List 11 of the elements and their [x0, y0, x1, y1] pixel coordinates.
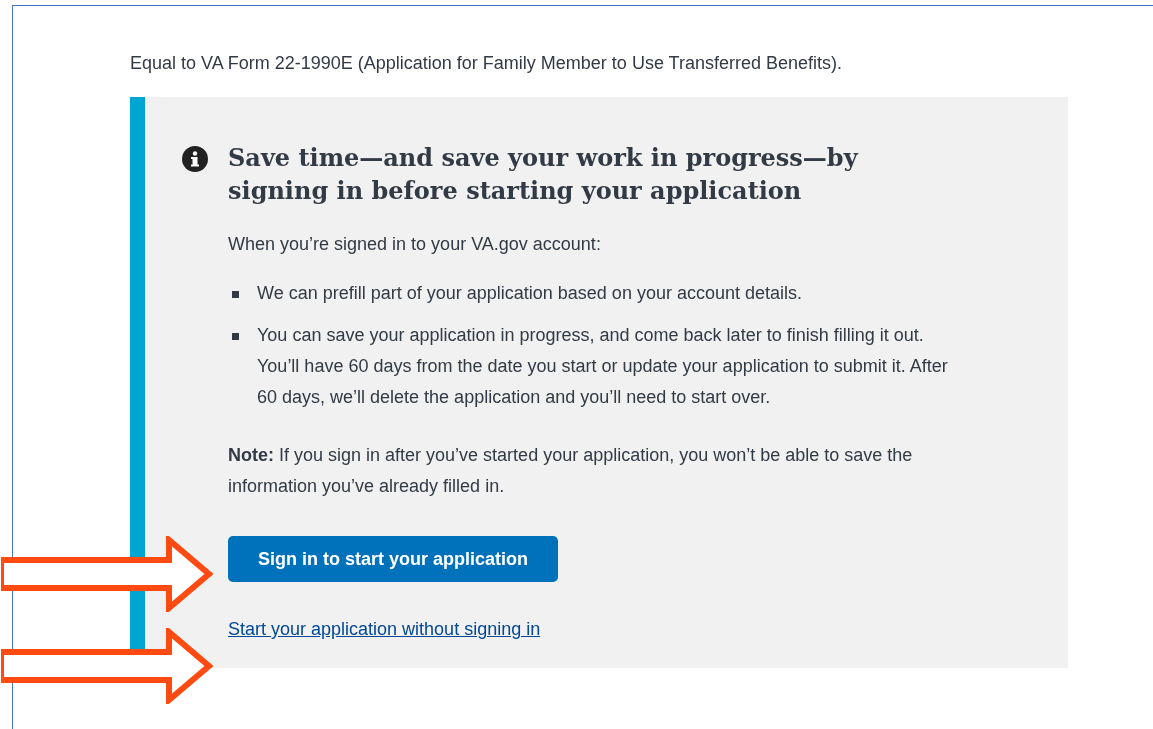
intro-text: Equal to VA Form 22-1990E (Application for Family Member to Use Transferred Benefits).: [130, 52, 843, 75]
info-icon: [182, 146, 208, 172]
bullet-icon: [232, 333, 239, 340]
start-without-sign-in-link[interactable]: Start your application without signing in: [228, 616, 541, 642]
note-text: Note: If you sign in after you’ve started your application, you won’t be able to save the information you’ve already filled in.: [228, 444, 914, 498]
bullet-icon: [232, 291, 239, 298]
bullet-text: You can save your application in progress, and come back later to finish filling it out. You’ll have 60 days from the date you start or update your application to submit it. After 60 days, we’ll delete the application and you’ll need to start over.: [257, 325, 948, 407]
bullet-text: We can prefill part of your application based on your account details.: [257, 283, 802, 303]
lead-text: When you’re signed in to your VA.gov account:: [228, 233, 602, 256]
sign-in-button[interactable]: Sign in to start your application: [228, 536, 559, 582]
alert-heading: Save time—and save your work in progress—by signing in before starting your application: [228, 142, 860, 207]
